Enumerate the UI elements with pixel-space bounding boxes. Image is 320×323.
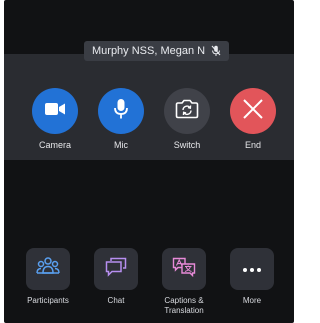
participant-name-tooltip: Murphy NSS, Megan N [84,41,230,61]
mic-button[interactable]: Mic [91,88,151,150]
switch-button-circle[interactable] [164,88,210,134]
participants-icon [36,256,60,283]
captions-translation-button-tile[interactable] [162,248,206,290]
call-screen: Murphy NSS, Megan N Camera Mic Switch En… [4,0,294,323]
mic-label: Mic [114,140,128,150]
participants-button[interactable]: Participants [15,248,81,306]
more-button-tile[interactable] [230,248,274,290]
mic-muted-icon [211,45,221,57]
camera-button-circle[interactable] [32,88,78,134]
camera-label: Camera [38,140,71,150]
chat-label: Chat [107,296,125,305]
more-label: More [242,296,262,305]
camera-icon [44,102,66,121]
participants-label: Participants [27,296,69,305]
switch-camera-icon [175,99,199,124]
participants-button-tile[interactable] [26,248,70,290]
chat-button[interactable]: Chat [83,248,149,306]
chat-button-tile[interactable] [94,248,138,290]
captions-translation-label: Captions & Translation [164,296,204,315]
more-dots-icon [242,260,262,278]
mic-button-circle[interactable] [98,88,144,134]
camera-button[interactable]: Camera [25,88,85,150]
captions-translation-icon [172,257,196,282]
switch-label: Switch [173,140,201,150]
end-label: End [244,140,261,150]
close-icon [242,98,264,125]
end-call-button[interactable]: End [223,88,283,150]
switch-camera-button[interactable]: Switch [157,88,217,150]
end-button-circle[interactable] [230,88,276,134]
microphone-icon [113,98,129,125]
participant-name: Murphy NSS, Megan N [92,45,206,57]
chat-icon [105,257,127,282]
more-button[interactable]: More [219,248,285,306]
captions-translation-button[interactable]: Captions & Translation [151,248,217,316]
